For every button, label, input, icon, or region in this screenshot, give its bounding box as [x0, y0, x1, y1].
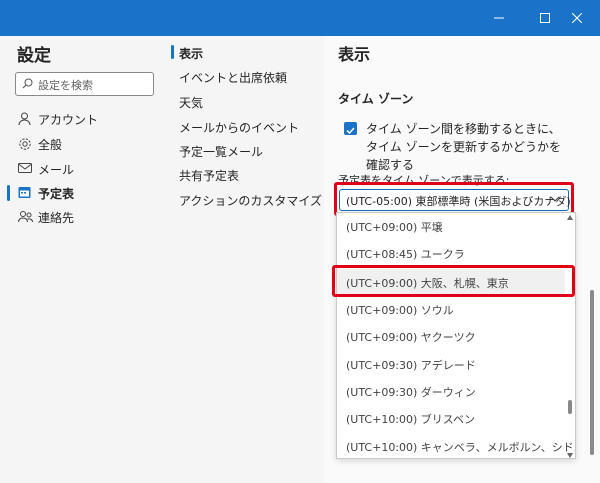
minimize-button[interactable] — [476, 0, 522, 36]
checkmark-icon — [346, 127, 355, 135]
timezone-dropdown-list[interactable]: (UTC+09:00) 平壌 (UTC+08:45) ユークラ (UTC+09:… — [336, 212, 576, 459]
search-icon — [22, 78, 33, 89]
section-heading: タイム ゾーン — [338, 92, 414, 106]
dropdown-option-text: (UTC+08:45) ユークラ — [346, 248, 465, 261]
dropdown-option-text: (UTC+10:00) ブリスベン — [346, 413, 476, 426]
subnav-item-shared-calendars[interactable]: 共有予定表 — [179, 167, 239, 184]
dropdown-option[interactable]: (UTC+08:45) ユークラ — [337, 240, 565, 267]
dropdown-option[interactable]: (UTC+09:00) 平壌 — [337, 213, 565, 240]
nav-item-label: 予定表 — [38, 187, 75, 201]
nav-item-label: 連絡先 — [38, 211, 75, 225]
subnav-label: メールからのイベント — [179, 121, 300, 135]
subnav-label: 天気 — [179, 96, 204, 110]
dropdown-option[interactable]: (UTC+10:00) ブリスベン — [337, 405, 565, 432]
subnav-item-events-invites[interactable]: イベントと出席依頼 — [179, 69, 287, 86]
window-scrollbar-thumb[interactable] — [590, 290, 594, 455]
subnav-item-weather[interactable]: 天気 — [179, 94, 203, 111]
subnav-item-customize-actions[interactable]: アクションのカスタマイズ — [179, 192, 322, 209]
maximize-icon — [540, 13, 550, 23]
calendar-icon — [18, 187, 31, 198]
scrollbar-thumb[interactable] — [568, 400, 572, 414]
page-title: 表示 — [338, 45, 371, 64]
nav-item-mail[interactable]: メール — [0, 158, 168, 180]
dropdown-scrollbar[interactable] — [565, 213, 575, 458]
settings-title: 設定 — [17, 46, 51, 66]
subnav-label: 予定一覧メール — [179, 145, 264, 159]
dropdown-option[interactable]: (UTC+09:00) ソウル — [337, 296, 565, 323]
nav-item-label: メール — [38, 163, 75, 177]
mail-icon — [18, 163, 32, 173]
timezone-update-checkbox[interactable] — [344, 122, 357, 135]
nav-item-label: 全般 — [38, 138, 63, 152]
dropdown-option-text: (UTC+10:00) キャンベラ、メルボルン、シドニー — [346, 441, 576, 454]
scroll-up-arrow-icon[interactable] — [567, 215, 573, 220]
dropdown-option[interactable]: (UTC+09:30) ダーウィン — [337, 378, 565, 405]
subnav-label: 共有予定表 — [179, 169, 240, 183]
calendar-subnav: 表示 イベントと出席依頼 天気 メールからのイベント 予定一覧メール 共有予定表… — [168, 36, 324, 483]
nav-item-contacts[interactable]: 連絡先 — [0, 206, 168, 228]
subnav-label: アクションのカスタマイズ — [179, 194, 323, 208]
subnav-item-events-from-email[interactable]: メールからのイベント — [179, 119, 299, 136]
nav-item-general[interactable]: 全般 — [0, 133, 168, 155]
settings-search-input[interactable]: 設定を検索 — [15, 72, 154, 96]
nav-item-label: アカウント — [38, 113, 99, 127]
subnav-item-view[interactable]: 表示 — [171, 45, 204, 62]
dropdown-option-text: (UTC+09:00) 平壌 — [346, 221, 443, 234]
scroll-down-arrow-icon[interactable] — [567, 453, 573, 458]
select-highlight-box — [334, 182, 574, 216]
dropdown-option-text: (UTC+09:30) アデレード — [346, 359, 476, 372]
person-icon — [18, 112, 31, 126]
people-icon — [18, 211, 33, 223]
close-button[interactable] — [554, 0, 600, 36]
dropdown-option-text: (UTC+09:00) ソウル — [346, 304, 454, 317]
subnav-item-agenda-mail[interactable]: 予定一覧メール — [179, 143, 263, 160]
dropdown-option[interactable]: (UTC+10:00) キャンベラ、メルボルン、シドニー — [337, 433, 575, 458]
gear-icon — [19, 138, 31, 150]
dropdown-option-text: (UTC+09:30) ダーウィン — [346, 386, 476, 399]
checkbox-label: タイム ゾーン間を移動するときに、タイム ゾーンを更新するかどうかを確認する — [366, 122, 561, 172]
nav-item-account[interactable]: アカウント — [0, 108, 168, 130]
nav-item-calendar[interactable]: 予定表 — [0, 182, 168, 204]
subnav-label: イベントと出席依頼 — [179, 71, 288, 85]
dropdown-option[interactable]: (UTC+09:30) アデレード — [337, 351, 565, 378]
close-icon — [572, 13, 582, 23]
title-bar — [0, 0, 600, 36]
active-indicator — [7, 185, 10, 201]
search-placeholder: 設定を検索 — [38, 79, 93, 92]
active-indicator — [171, 45, 174, 59]
dropdown-option[interactable]: (UTC+09:00) ヤクーツク — [337, 323, 565, 350]
option-highlight-box — [332, 265, 575, 297]
subnav-label: 表示 — [179, 47, 204, 61]
settings-sidebar: 設定 設定を検索 アカウント 全般 メール 予定表 連絡先 — [0, 36, 168, 483]
dropdown-option-text: (UTC+09:00) ヤクーツク — [346, 331, 476, 344]
minimize-icon — [494, 17, 504, 19]
